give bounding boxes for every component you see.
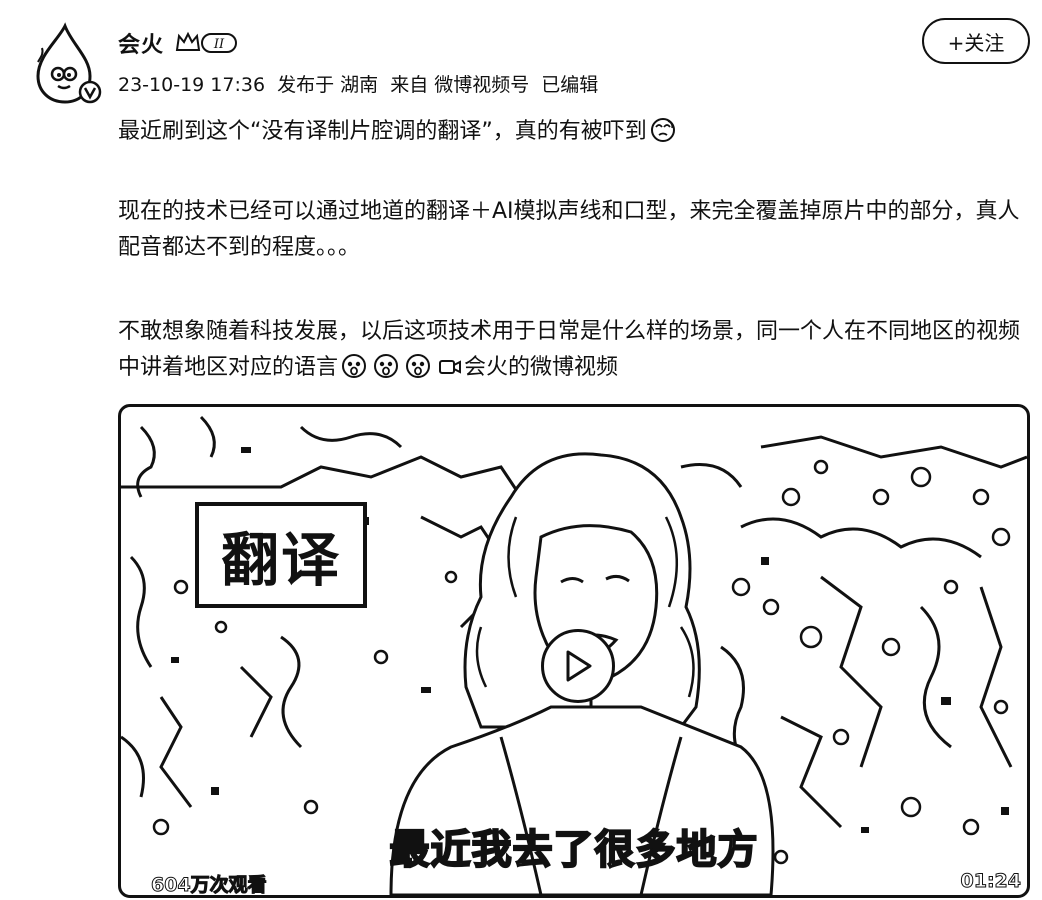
surprised-face-emoji-icon [405,353,431,379]
video-camera-icon[interactable] [438,353,462,374]
video-link-text[interactable]: 会火的微博视频 [464,355,618,380]
post-location: 发布于 湖南 [277,74,379,96]
crown-level-badge-icon[interactable]: II [174,31,238,55]
surprised-face-emoji-icon [341,353,367,379]
view-count: 604万次观看 [151,874,268,896]
surprised-face-emoji-icon [373,353,399,379]
video-subtitle: 最近我去了很多地方 [389,826,759,874]
post-meta: 23-10-19 17:36 发布于 湖南 来自 微博视频号 已编辑 [118,70,604,97]
follow-button[interactable]: +关注 [922,18,1030,64]
author-line: 会火 II [118,26,238,60]
dizzy-face-emoji-icon [650,117,676,143]
weibo-post: 会火 II 23-10-19 17:36 发布于 湖南 来自 微博视频号 已编辑… [0,0,1042,900]
flame-mascot-avatar-icon [36,22,102,104]
post-time[interactable]: 23-10-19 17:36 [118,74,265,96]
avatar[interactable] [20,18,110,108]
edited-label[interactable]: 已编辑 [541,74,598,96]
video-overlay-title: 翻译 [195,502,367,608]
video-duration: 01:24 [960,870,1021,893]
post-paragraph-2: 现在的技术已经可以通过地道的翻译＋AI模拟声线和口型，来完全覆盖掉原片中的部分，… [118,199,1020,260]
post-line1-text: 最近刷到这个“没有译制片腔调的翻译”，真的有被吓到 [118,119,647,144]
post-source[interactable]: 来自 微博视频号 [390,74,529,96]
play-icon[interactable] [541,629,615,703]
post-text-line1: 最近刷到这个“没有译制片腔调的翻译”，真的有被吓到 [118,114,1030,150]
video-player[interactable]: 翻译 最近我去了很多地方 604万次观看 01:24 [118,404,1030,898]
author-name[interactable]: 会火 [118,27,164,59]
level-text: II [213,37,225,52]
post-paragraph-3: 不敢想象随着科技发展，以后这项技术用于日常是什么样的场景，同一个人在不同地区的视… [118,314,1030,386]
